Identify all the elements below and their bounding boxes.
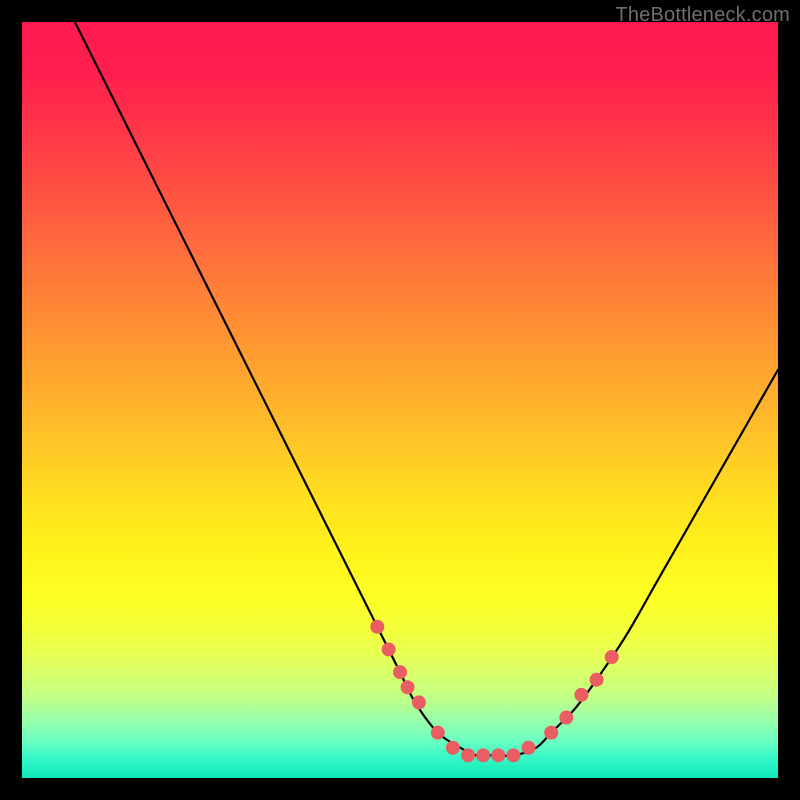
bead-marker <box>446 741 460 755</box>
bead-marker <box>544 726 558 740</box>
chart-stage: TheBottleneck.com <box>0 0 800 800</box>
bead-marker <box>382 642 396 656</box>
bead-marker <box>461 748 475 762</box>
bead-marker <box>605 650 619 664</box>
curve-layer <box>22 22 778 778</box>
bead-marker <box>590 673 604 687</box>
bead-marker <box>522 741 536 755</box>
bead-marker <box>393 665 407 679</box>
bead-marker <box>559 711 573 725</box>
bottleneck-curve <box>75 22 778 756</box>
watermark-text: TheBottleneck.com <box>615 4 790 27</box>
bead-marker <box>506 748 520 762</box>
plot-area <box>22 22 778 778</box>
bead-markers <box>370 620 618 763</box>
bead-marker <box>370 620 384 634</box>
bead-marker <box>476 748 490 762</box>
bead-marker <box>401 680 415 694</box>
bead-marker <box>412 695 426 709</box>
bead-marker <box>574 688 588 702</box>
bead-marker <box>431 726 445 740</box>
bead-marker <box>491 748 505 762</box>
